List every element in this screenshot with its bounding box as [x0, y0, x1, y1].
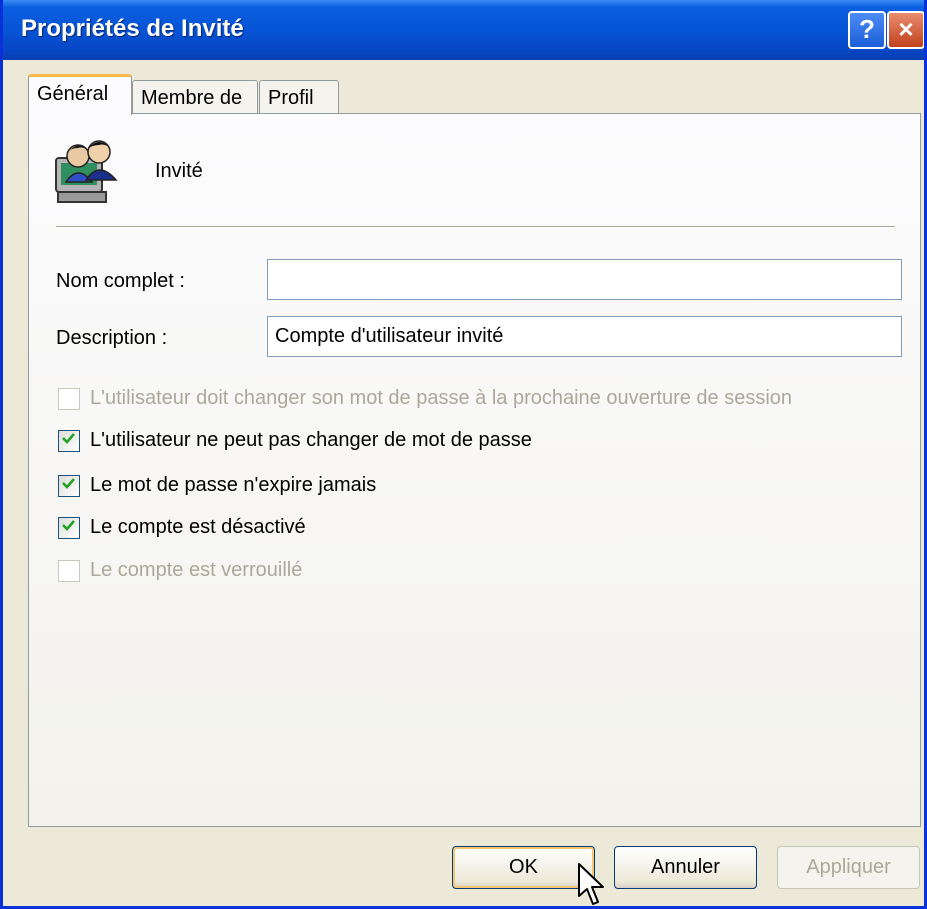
- password-never-expires-checkbox[interactable]: [58, 475, 80, 497]
- general-tab-panel: Invité Nom complet : Description : Compt…: [28, 113, 921, 827]
- properties-dialog: Propriétés de Invité ? × Général Membre …: [0, 0, 927, 909]
- description-label: Description :: [56, 327, 168, 349]
- full-name-label: Nom complet :: [56, 270, 185, 292]
- tab-member-of[interactable]: Membre de: [132, 80, 258, 114]
- account-locked-label: Le compte est verrouillé: [90, 559, 303, 581]
- account-disabled-label: Le compte est désactivé: [90, 516, 306, 538]
- tab-general[interactable]: Général: [28, 74, 132, 115]
- close-button[interactable]: ×: [887, 11, 924, 49]
- mouse-pointer-icon: [578, 863, 604, 905]
- help-button[interactable]: ?: [848, 11, 886, 49]
- cancel-button[interactable]: Annuler: [614, 846, 757, 889]
- title-bar[interactable]: Propriétés de Invité ? ×: [3, 0, 924, 60]
- ok-button[interactable]: OK: [452, 846, 595, 889]
- must-change-password-label: L'utilisateur doit changer son mot de pa…: [90, 387, 793, 409]
- users-icon: [55, 140, 118, 203]
- account-locked-checkbox[interactable]: [58, 560, 80, 582]
- password-never-expires-label: Le mot de passe n'expire jamais: [90, 474, 377, 496]
- username-label: Invité: [155, 160, 203, 182]
- full-name-field[interactable]: [267, 259, 902, 300]
- cannot-change-password-label: L'utilisateur ne peut pas changer de mot…: [90, 429, 532, 451]
- separator: [56, 226, 895, 228]
- cannot-change-password-checkbox[interactable]: [58, 430, 80, 452]
- checkmark-icon: [62, 520, 75, 531]
- description-field[interactable]: Compte d'utilisateur invité: [267, 316, 902, 357]
- window-title: Propriétés de Invité: [21, 15, 244, 42]
- tab-profile[interactable]: Profil: [259, 80, 339, 114]
- must-change-password-checkbox[interactable]: [58, 388, 80, 410]
- apply-button[interactable]: Appliquer: [777, 846, 920, 889]
- checkmark-icon: [62, 478, 75, 489]
- account-disabled-checkbox[interactable]: [58, 517, 80, 539]
- checkmark-icon: [62, 433, 75, 444]
